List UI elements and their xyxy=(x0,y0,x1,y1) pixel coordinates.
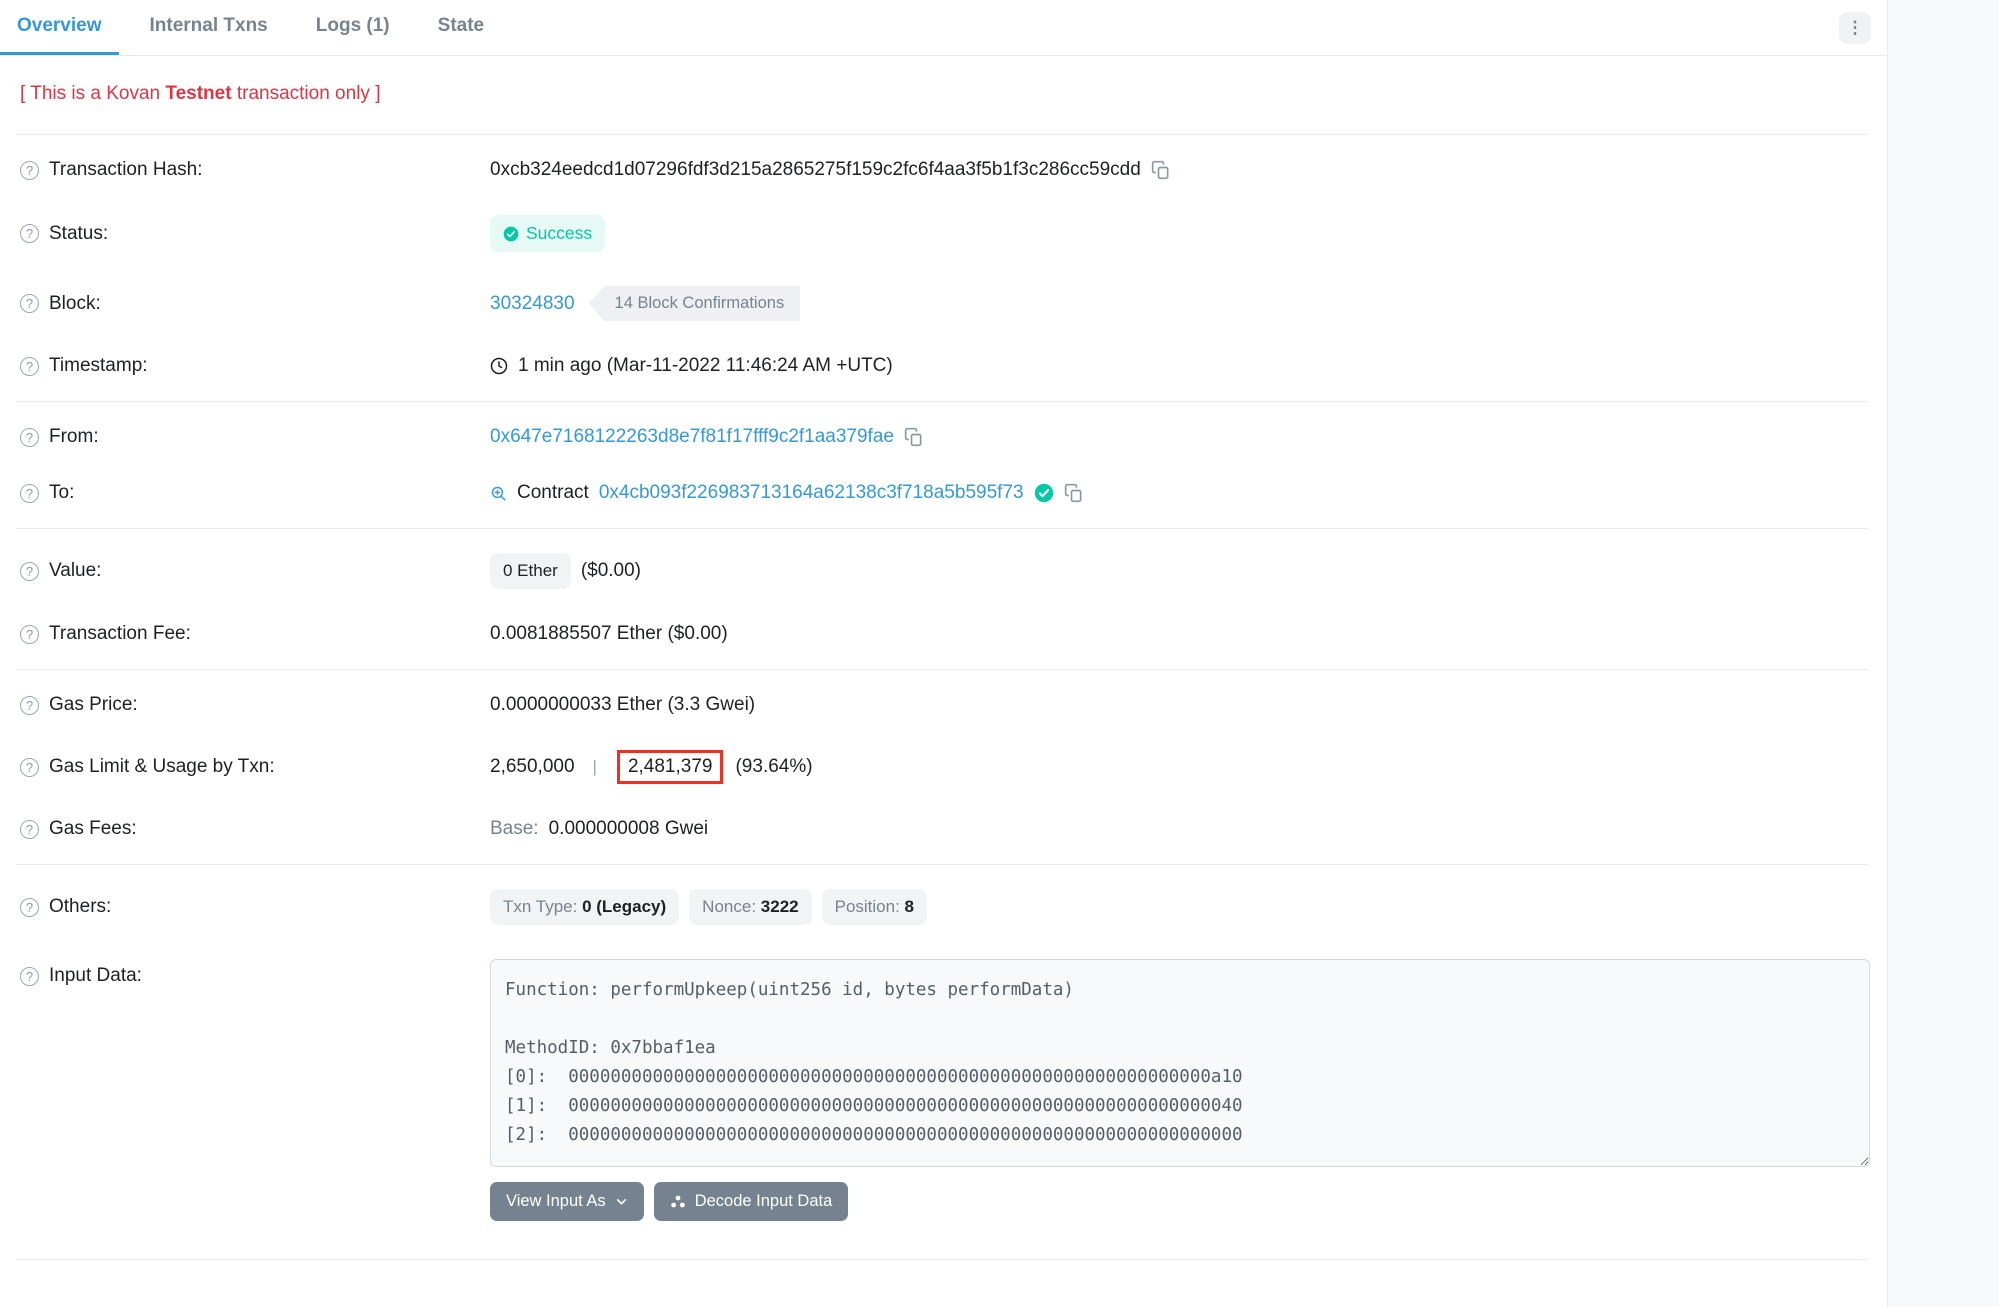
pipe-separator: | xyxy=(593,757,597,777)
tab-overview[interactable]: Overview xyxy=(0,0,119,55)
tab-state[interactable]: State xyxy=(421,0,501,55)
row-gas-limit-usage: ? Gas Limit & Usage by Txn: 2,650,000 | … xyxy=(20,733,1887,801)
help-icon[interactable]: ? xyxy=(20,625,39,644)
row-gas-price: ? Gas Price: 0.0000000033 Ether (3.3 Gwe… xyxy=(20,677,1887,733)
help-icon[interactable]: ? xyxy=(20,428,39,447)
help-icon[interactable]: ? xyxy=(20,562,39,581)
status-badge: Success xyxy=(490,215,605,252)
block-confirmations-badge: 14 Block Confirmations xyxy=(589,286,801,321)
row-label: Gas Price: xyxy=(49,694,138,716)
check-circle-icon xyxy=(503,226,519,242)
ether-value-badge: 0 Ether xyxy=(490,553,571,589)
row-label: Others: xyxy=(49,896,111,918)
usd-value: ($0.00) xyxy=(581,560,641,582)
clock-icon xyxy=(490,357,508,375)
help-icon[interactable]: ? xyxy=(20,161,39,180)
help-icon[interactable]: ? xyxy=(20,357,39,376)
help-icon[interactable]: ? xyxy=(20,820,39,839)
nonce-badge: Nonce: 3222 xyxy=(689,889,811,925)
gas-used-value-annotated: 2,481,379 xyxy=(617,750,724,784)
row-label: Gas Limit & Usage by Txn: xyxy=(49,756,275,778)
tab-bar: Overview Internal Txns Logs (1) State ⋮ xyxy=(0,0,1887,56)
help-icon[interactable]: ? xyxy=(20,696,39,715)
copy-icon[interactable] xyxy=(1064,483,1084,503)
position-badge: Position: 8 xyxy=(822,889,927,925)
gas-limit-value: 2,650,000 xyxy=(490,756,575,778)
row-status: ? Status: Success xyxy=(20,198,1887,269)
kebab-menu-icon[interactable]: ⋮ xyxy=(1839,12,1871,44)
view-input-as-button[interactable]: View Input As xyxy=(490,1182,644,1221)
zoom-in-icon[interactable] xyxy=(490,485,507,502)
timestamp-value: 1 min ago (Mar-11-2022 11:46:24 AM +UTC) xyxy=(518,355,893,377)
transaction-hash-value: 0xcb324eedcd1d07296fdf3d215a2865275f159c… xyxy=(490,159,1141,181)
row-label: Input Data: xyxy=(49,965,142,987)
decode-icon xyxy=(670,1194,686,1210)
row-block: ? Block: 30324830 14 Block Confirmations xyxy=(20,269,1887,338)
testnet-notice: [ This is a Kovan Testnet transaction on… xyxy=(20,56,1887,134)
block-number-link[interactable]: 30324830 xyxy=(490,293,575,315)
row-input-data: ? Input Data: Function: performUpkeep(ui… xyxy=(20,942,1887,1238)
from-address-link[interactable]: 0x647e7168122263d8e7f81f17fff9c2f1aa379f… xyxy=(490,426,894,448)
help-icon[interactable]: ? xyxy=(20,898,39,917)
to-address-link[interactable]: 0x4cb093f226983713164a62138c3f718a5b595f… xyxy=(599,482,1024,504)
chevron-down-icon xyxy=(615,1195,628,1208)
tab-logs[interactable]: Logs (1) xyxy=(299,0,407,55)
divider xyxy=(16,1259,1868,1260)
help-icon[interactable]: ? xyxy=(20,758,39,777)
row-transaction-hash: ? Transaction Hash: 0xcb324eedcd1d07296f… xyxy=(20,142,1887,198)
row-label: Value: xyxy=(49,560,101,582)
help-icon[interactable]: ? xyxy=(20,224,39,243)
copy-icon[interactable] xyxy=(1151,160,1171,180)
input-data-textarea[interactable]: Function: performUpkeep(uint256 id, byte… xyxy=(490,959,1870,1167)
base-fee-label: Base: xyxy=(490,818,539,840)
decode-input-data-button[interactable]: Decode Input Data xyxy=(654,1182,849,1221)
transaction-fee-value: 0.0081885507 Ether ($0.00) xyxy=(490,623,728,645)
row-others: ? Others: Txn Type: 0 (Legacy) Nonce: 32… xyxy=(20,872,1887,942)
row-gas-fees: ? Gas Fees: Base: 0.000000008 Gwei xyxy=(20,801,1887,857)
gas-used-percent: (93.64%) xyxy=(735,756,812,778)
txn-type-badge: Txn Type: 0 (Legacy) xyxy=(490,889,679,925)
help-icon[interactable]: ? xyxy=(20,484,39,503)
gas-price-value: 0.0000000033 Ether (3.3 Gwei) xyxy=(490,694,755,716)
row-label: Status: xyxy=(49,223,108,245)
row-to: ? To: Contract 0x4cb093f226983713164a621… xyxy=(20,465,1887,521)
row-label: Gas Fees: xyxy=(49,818,137,840)
row-label: From: xyxy=(49,426,99,448)
base-fee-value: 0.000000008 Gwei xyxy=(549,818,709,840)
transaction-detail-card: Overview Internal Txns Logs (1) State ⋮ … xyxy=(0,0,1888,1307)
row-transaction-fee: ? Transaction Fee: 0.0081885507 Ether ($… xyxy=(20,606,1887,662)
row-label: Block: xyxy=(49,293,101,315)
help-icon[interactable]: ? xyxy=(20,967,39,986)
row-timestamp: ? Timestamp: 1 min ago (Mar-11-2022 11:4… xyxy=(20,338,1887,394)
help-icon[interactable]: ? xyxy=(20,294,39,313)
row-from: ? From: 0x647e7168122263d8e7f81f17fff9c2… xyxy=(20,409,1887,465)
row-label: Transaction Fee: xyxy=(49,623,191,645)
row-label: Timestamp: xyxy=(49,355,148,377)
copy-icon[interactable] xyxy=(904,427,924,447)
to-contract-prefix: Contract xyxy=(517,482,589,504)
row-label: Transaction Hash: xyxy=(49,159,202,181)
row-label: To: xyxy=(49,482,74,504)
row-value: ? Value: 0 Ether ($0.00) xyxy=(20,536,1887,606)
tab-internal-txns[interactable]: Internal Txns xyxy=(133,0,285,55)
verified-check-icon xyxy=(1034,483,1054,503)
